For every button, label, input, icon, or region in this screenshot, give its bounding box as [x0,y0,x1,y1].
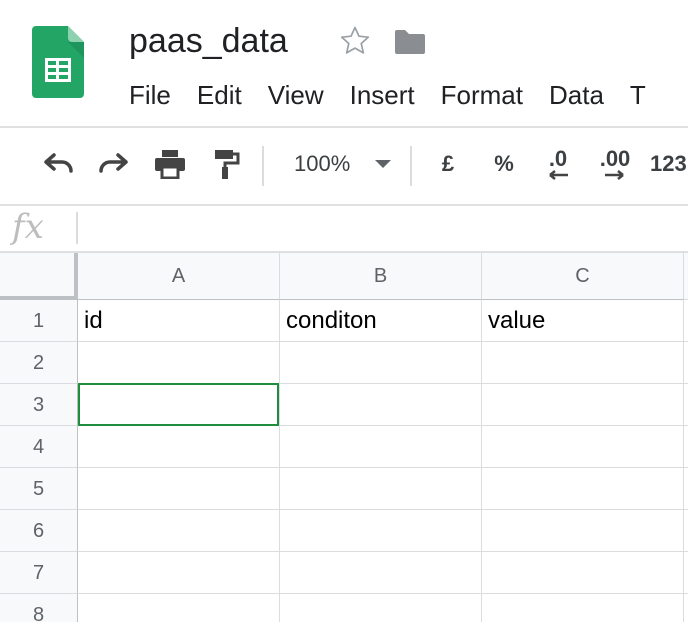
currency-format-button[interactable]: £ [432,146,464,182]
cell-a5[interactable] [78,468,280,510]
cell-c5[interactable] [482,468,684,510]
cell-d1[interactable] [684,300,688,342]
redo-icon[interactable] [94,146,134,182]
cell-b1[interactable]: conditon [280,300,482,342]
row-header[interactable]: 1 [0,300,78,342]
cell-b5[interactable] [280,468,482,510]
row-header[interactable]: 3 [0,384,78,426]
menu-data[interactable]: Data [549,78,604,112]
increase-decimal-button[interactable]: .00 [592,146,638,182]
percent-format-button[interactable]: % [488,146,520,182]
chevron-down-icon [375,160,392,168]
menu-format[interactable]: Format [441,78,523,112]
document-title[interactable]: paas_data [129,20,288,62]
row-header[interactable]: 8 [0,594,78,622]
spreadsheet-grid: A B C 1 id conditon value 2 3 4 5 6 7 8 [0,253,688,622]
cell-d2[interactable] [684,342,688,384]
cell-a6[interactable] [78,510,280,552]
arrow-right-icon [605,170,624,180]
column-header-b[interactable]: B [280,253,482,300]
fx-icon: fx [12,207,44,247]
paint-format-icon[interactable] [208,146,244,182]
percent-label: % [494,151,514,176]
toolbar-separator [262,146,264,186]
decrease-decimal-button[interactable]: .0 [536,146,580,182]
cell-b2[interactable] [280,342,482,384]
cell-b7[interactable] [280,552,482,594]
menu-edit[interactable]: Edit [197,78,242,112]
cell-c8[interactable] [482,594,684,622]
toolbar-separator [410,146,412,186]
cell-a2[interactable] [78,342,280,384]
formula-separator [76,212,78,244]
row-header[interactable]: 4 [0,426,78,468]
cell-d7[interactable] [684,552,688,594]
menu-file[interactable]: File [129,78,171,112]
cell-c3[interactable] [482,384,684,426]
cell-a4[interactable] [78,426,280,468]
column-header-c[interactable]: C [482,253,684,300]
column-header-d[interactable] [684,253,688,300]
cell-d6[interactable] [684,510,688,552]
print-icon[interactable] [150,146,190,182]
undo-icon[interactable] [38,146,78,182]
menu-view[interactable]: View [268,78,324,112]
row-header[interactable]: 6 [0,510,78,552]
cell-b3[interactable] [280,384,482,426]
cell-d4[interactable] [684,426,688,468]
menu-bar: File Edit View Insert Format Data T [129,78,672,112]
star-icon[interactable] [338,24,372,58]
zoom-value: 100% [294,151,351,176]
cell-a3[interactable] [78,384,280,426]
cell-b8[interactable] [280,594,482,622]
more-formats-label: 123 [650,151,687,176]
cell-c1[interactable]: value [482,300,684,342]
cell-a1[interactable]: id [78,300,280,342]
currency-label: £ [441,151,455,176]
menu-truncated[interactable]: T [630,78,646,112]
cell-c4[interactable] [482,426,684,468]
decrease-decimal-label: .0 [548,146,568,171]
cell-d8[interactable] [684,594,688,622]
select-all-corner[interactable] [0,253,78,300]
formula-input[interactable] [86,208,686,248]
column-header-a[interactable]: A [78,253,280,300]
cell-d5[interactable] [684,468,688,510]
increase-decimal-label: .00 [599,146,631,171]
row-header[interactable]: 7 [0,552,78,594]
menu-insert[interactable]: Insert [350,78,415,112]
more-formats-button[interactable]: 123 [650,146,688,182]
row-header[interactable]: 2 [0,342,78,384]
cell-a7[interactable] [78,552,280,594]
cell-c2[interactable] [482,342,684,384]
toolbar-divider [0,204,688,206]
header-divider [0,126,688,128]
zoom-select[interactable]: 100% [280,146,400,182]
row-header[interactable]: 5 [0,468,78,510]
sheets-logo-icon[interactable] [32,26,84,98]
cell-b6[interactable] [280,510,482,552]
cell-a8[interactable] [78,594,280,622]
cell-b4[interactable] [280,426,482,468]
cell-c6[interactable] [482,510,684,552]
cell-c7[interactable] [482,552,684,594]
cell-d3[interactable] [684,384,688,426]
move-folder-icon[interactable] [393,28,427,56]
arrow-left-icon [549,170,568,180]
